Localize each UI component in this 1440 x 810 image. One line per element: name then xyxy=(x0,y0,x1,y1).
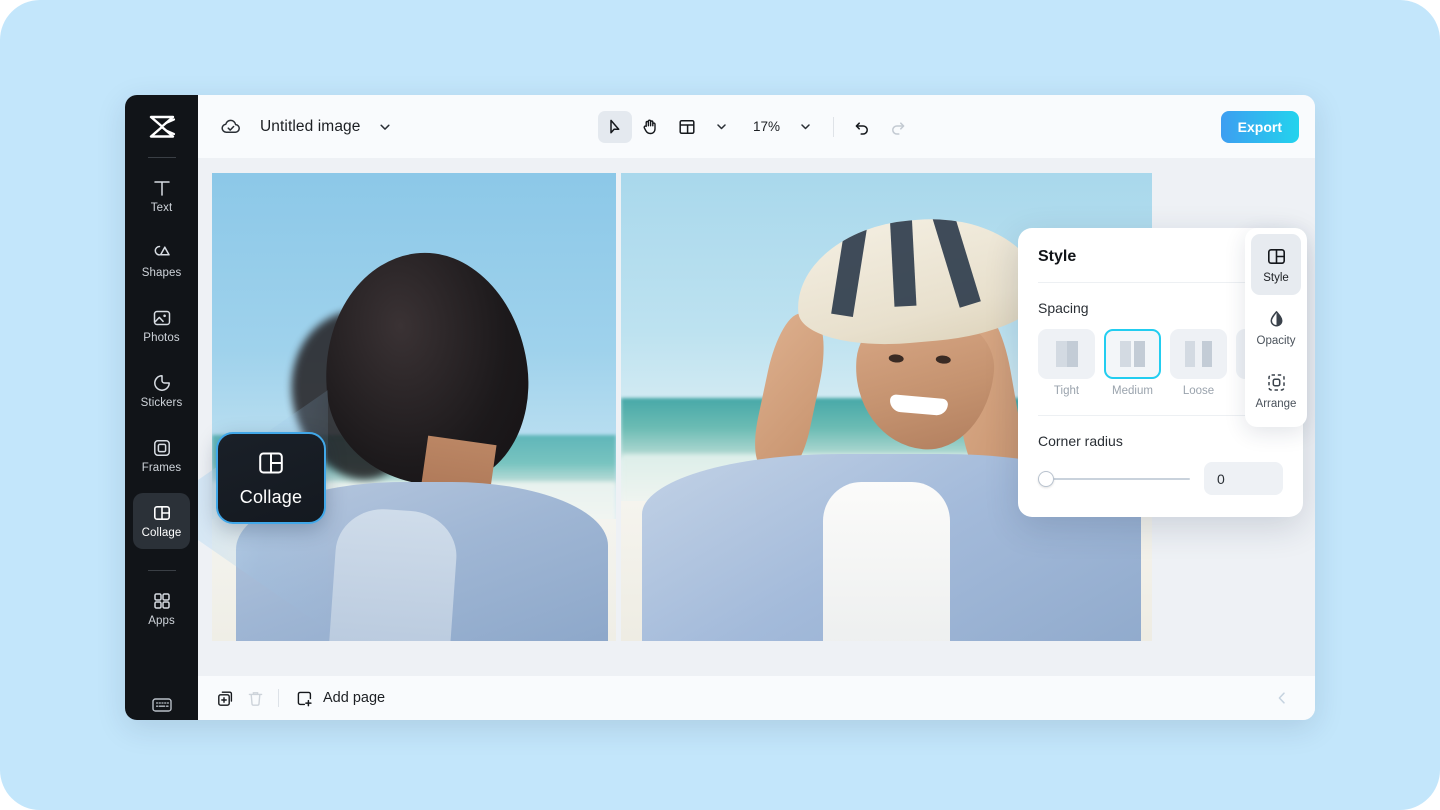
photo2-eye-left xyxy=(887,353,904,363)
collage-icon xyxy=(152,502,172,524)
corner-radius-row: 0 xyxy=(1038,462,1283,495)
spacing-option-tight[interactable]: Tight xyxy=(1038,329,1095,397)
sidebar-item-collage[interactable]: Collage xyxy=(133,493,190,549)
dock-item-arrange[interactable]: Arrange xyxy=(1251,360,1301,421)
export-button[interactable]: Export xyxy=(1220,110,1299,143)
toolbar-divider xyxy=(833,116,835,137)
canvas-area[interactable]: Style Spacing Tight Medium Loose Corner … xyxy=(198,158,1315,676)
toolbar-left-group: Untitled image xyxy=(216,112,396,142)
sidebar-item-shapes[interactable]: Shapes xyxy=(133,233,190,289)
zoom-level-value[interactable]: 17% xyxy=(741,119,786,134)
photo2-top xyxy=(822,481,951,641)
dock-item-label: Style xyxy=(1263,271,1289,284)
add-page-button[interactable]: Add page xyxy=(289,685,391,712)
toolbar-right-group: Export xyxy=(1220,110,1299,143)
select-tool-button[interactable] xyxy=(597,110,632,143)
sidebar-item-apps[interactable]: Apps xyxy=(133,581,190,637)
shapes-icon xyxy=(152,242,172,264)
chevron-down-icon[interactable] xyxy=(374,116,396,138)
sidebar-item-label: Stickers xyxy=(140,397,183,410)
style-panel-title: Style xyxy=(1038,247,1077,265)
spacing-loose-icon xyxy=(1170,329,1227,379)
opacity-droplet-icon xyxy=(1266,309,1287,330)
frames-icon xyxy=(152,437,172,459)
hand-tool-button[interactable] xyxy=(634,111,668,143)
photos-icon xyxy=(152,307,172,329)
document-title[interactable]: Untitled image xyxy=(260,118,360,136)
sidebar-item-frames[interactable]: Frames xyxy=(133,428,190,484)
slider-track xyxy=(1038,477,1190,480)
collage-callout-label: Collage xyxy=(239,487,303,507)
add-page-label: Add page xyxy=(323,690,386,706)
dock-item-opacity[interactable]: Opacity xyxy=(1251,297,1301,358)
sidebar-item-label: Photos xyxy=(143,332,180,345)
sidebar-item-text[interactable]: Text xyxy=(133,168,190,224)
corner-radius-label: Corner radius xyxy=(1038,433,1123,449)
top-toolbar: Untitled image 17% Export xyxy=(198,95,1315,158)
bottom-bar-divider xyxy=(278,689,279,707)
dock-item-label: Opacity xyxy=(1256,334,1296,347)
collapse-panel-button[interactable] xyxy=(1267,683,1297,713)
slider-thumb[interactable] xyxy=(1038,470,1054,487)
bottom-bar: Add page xyxy=(198,676,1315,720)
dock-item-style[interactable]: Style xyxy=(1251,234,1301,295)
sidebar-divider-bottom xyxy=(147,570,176,571)
undo-button[interactable] xyxy=(845,111,879,143)
app-window: Text Shapes Photos Stickers Frames Colla… xyxy=(125,95,1315,720)
hat-stripe xyxy=(932,209,982,308)
sidebar-item-label: Collage xyxy=(141,527,182,540)
bottom-bar-right xyxy=(1267,683,1297,713)
spacing-option-label: Loose xyxy=(1182,385,1215,397)
photo2-smile xyxy=(888,394,949,417)
add-page-icon xyxy=(295,689,314,708)
keyboard-shortcuts-button[interactable] xyxy=(125,696,198,714)
right-dock: Style Opacity Arrange xyxy=(1245,228,1307,427)
left-sidebar: Text Shapes Photos Stickers Frames Colla… xyxy=(125,95,198,720)
page-background: Text Shapes Photos Stickers Frames Colla… xyxy=(0,0,1440,810)
collage-layout[interactable] xyxy=(212,173,1152,641)
sidebar-item-photos[interactable]: Photos xyxy=(133,298,190,354)
sidebar-item-label: Apps xyxy=(148,615,175,628)
corner-radius-input[interactable]: 0 xyxy=(1204,462,1283,495)
redo-button[interactable] xyxy=(881,111,915,143)
dock-item-label: Arrange xyxy=(1255,397,1297,410)
keyboard-icon xyxy=(151,696,173,714)
collage-icon xyxy=(256,448,286,478)
spacing-option-loose[interactable]: Loose xyxy=(1170,329,1227,397)
spacing-medium-icon xyxy=(1104,329,1161,379)
cloud-saved-icon[interactable] xyxy=(216,112,246,142)
collage-photo-left[interactable] xyxy=(212,173,616,641)
layout-tool-group xyxy=(670,111,739,143)
collage-callout[interactable]: Collage xyxy=(216,432,326,524)
corner-radius-slider[interactable] xyxy=(1038,470,1190,488)
layout-chevron-down-icon[interactable] xyxy=(705,111,739,143)
sidebar-item-label: Text xyxy=(150,202,173,215)
photo2-eye-right xyxy=(934,354,951,365)
capcut-logo-icon[interactable] xyxy=(142,109,182,145)
duplicate-page-button[interactable] xyxy=(210,683,240,713)
main-area: Untitled image 17% Export Style Spacing … xyxy=(198,95,1315,720)
spacing-option-medium[interactable]: Medium xyxy=(1104,329,1161,397)
collage-style-icon xyxy=(1266,246,1287,267)
chevron-left-icon xyxy=(1274,690,1290,706)
spacing-option-label: Tight xyxy=(1053,385,1080,397)
spacing-option-label: Medium xyxy=(1112,385,1153,397)
sidebar-item-label: Shapes xyxy=(141,267,182,280)
sidebar-item-stickers[interactable]: Stickers xyxy=(133,363,190,419)
sidebar-item-label: Frames xyxy=(141,462,182,475)
photo-shirt-highlight xyxy=(327,505,460,641)
stickers-icon xyxy=(152,372,172,394)
text-icon xyxy=(152,177,172,199)
zoom-chevron-down-icon[interactable] xyxy=(788,111,822,143)
spacing-tight-icon xyxy=(1038,329,1095,379)
arrange-icon xyxy=(1266,372,1287,393)
apps-icon xyxy=(152,590,172,612)
hat-stripe xyxy=(889,209,917,307)
delete-page-button[interactable] xyxy=(240,683,270,713)
layout-grid-button[interactable] xyxy=(670,111,704,143)
sidebar-divider-top xyxy=(147,157,176,158)
